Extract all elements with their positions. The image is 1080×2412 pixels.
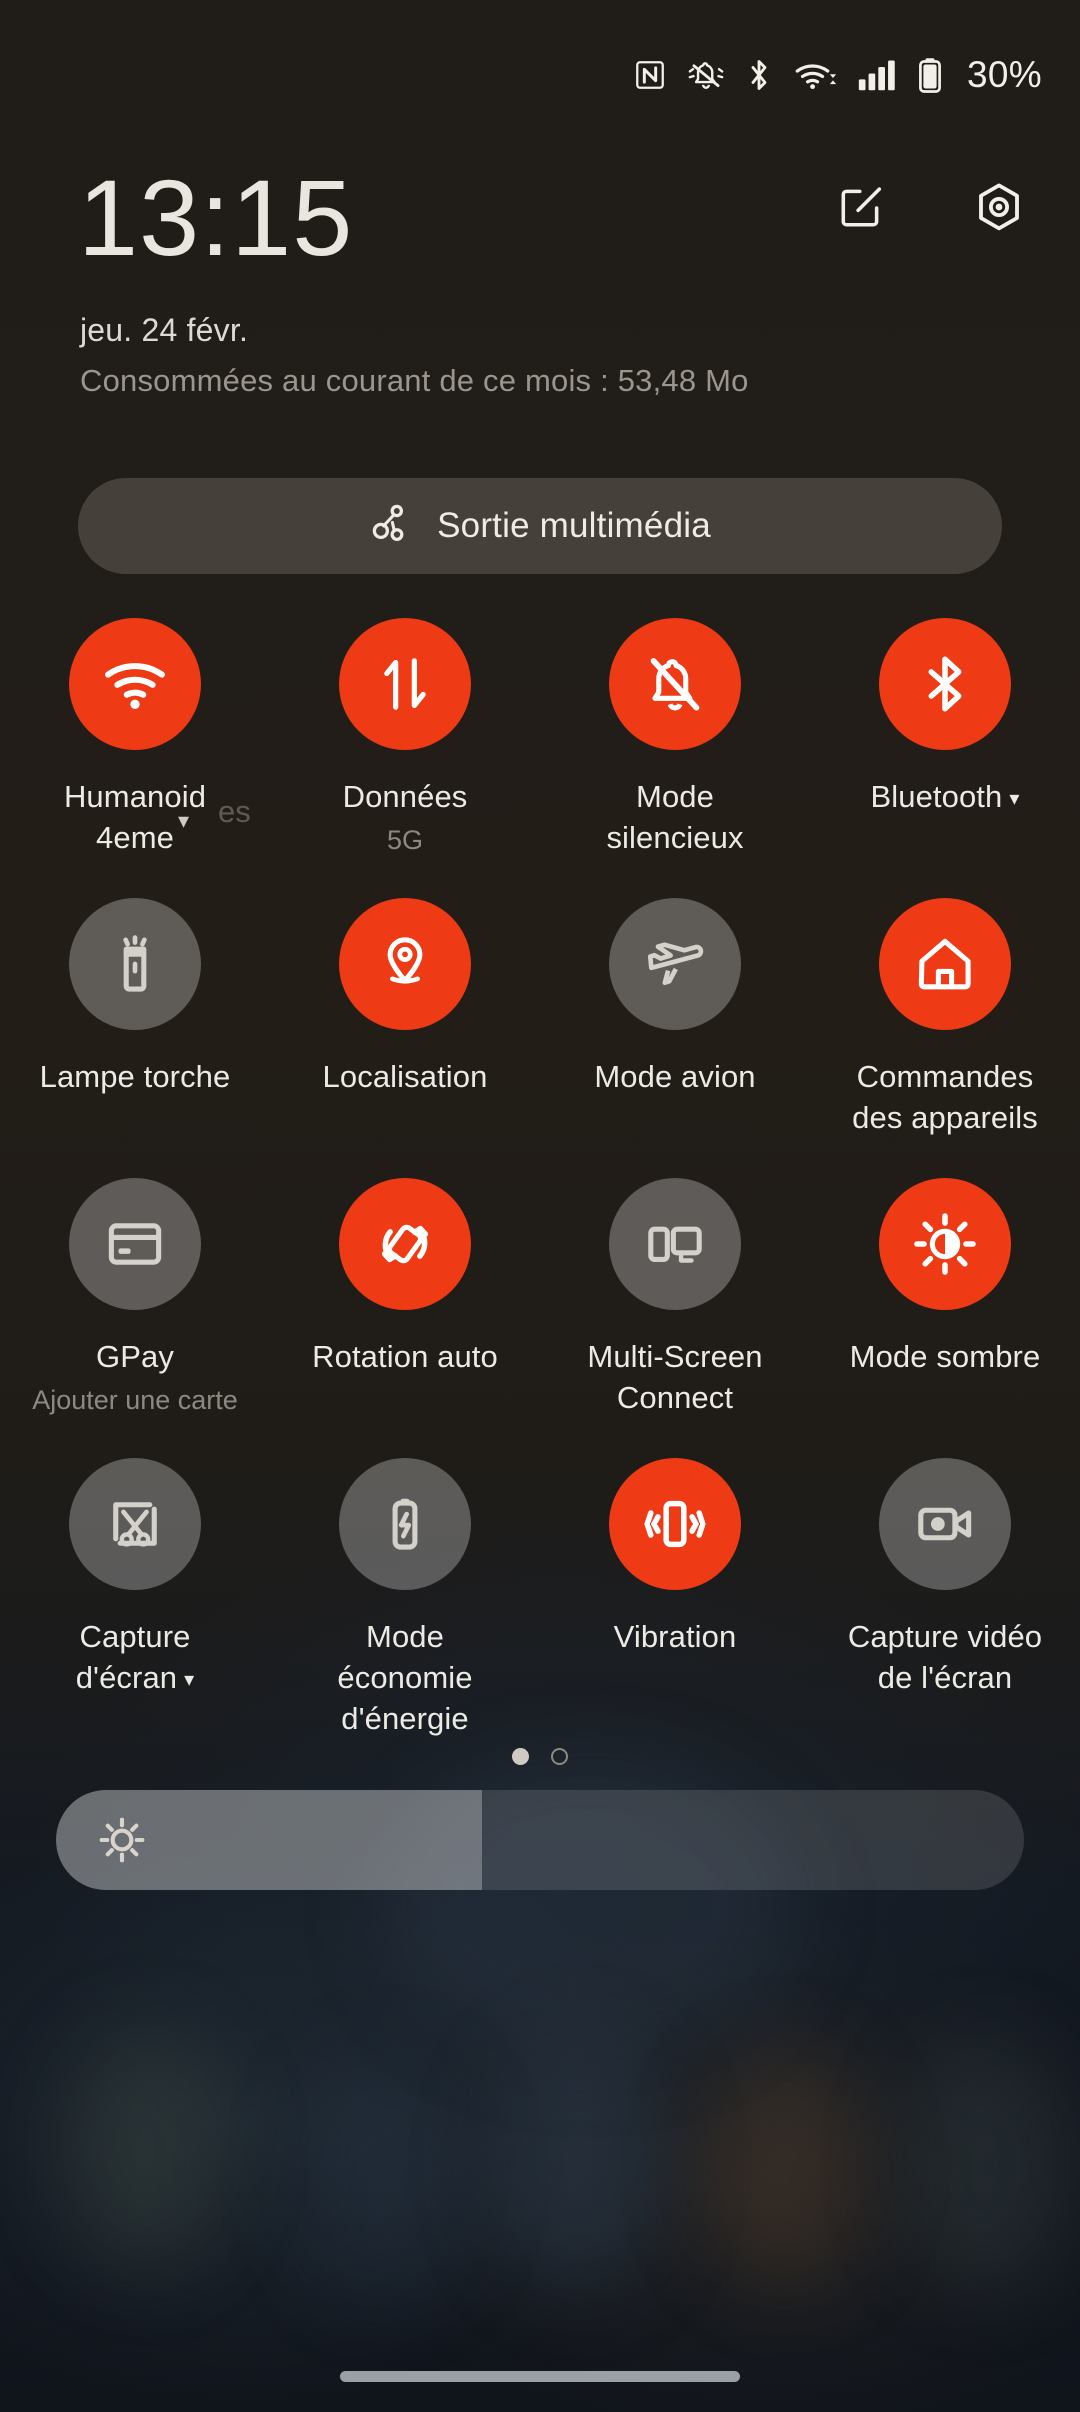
settings-hexagon-icon[interactable] (970, 178, 1028, 236)
wifi-icon[interactable] (69, 618, 201, 750)
signal-bars-icon (857, 59, 897, 91)
tile-label: Capture vidéo de l'écran (847, 1619, 1043, 1696)
credit-card-icon[interactable] (69, 1178, 201, 1310)
chevron-down-icon[interactable]: ▾ (178, 808, 189, 834)
chevron-down-icon[interactable]: ▾ (1009, 786, 1019, 813)
bell-muted-icon (687, 58, 725, 92)
tile-humanoid-4eme[interactable]: Humanoid 4eme es ▾ (0, 618, 270, 898)
media-output-label: Sortie multimédia (437, 506, 711, 545)
tile-label: Vibration (613, 1619, 737, 1654)
tile-label: Mode silencieux (606, 779, 744, 856)
tile-label: Mode sombre (849, 1339, 1041, 1374)
tile-bluetooth[interactable]: Bluetooth ▾ (810, 618, 1080, 898)
wifi-icon (793, 58, 837, 92)
auto-rotate-icon[interactable] (339, 1178, 471, 1310)
tile-label: Mode avion (594, 1059, 756, 1094)
clock: 13:15 (78, 157, 354, 278)
tile-mode-silencieux[interactable]: Mode silencieux (540, 618, 810, 898)
tile-sublabel: 5G (386, 825, 424, 856)
nfc-icon (633, 58, 667, 92)
wallpaper-blob (300, 2060, 470, 2300)
bluetooth-icon (745, 57, 773, 93)
tile-vibration[interactable]: Vibration (540, 1458, 810, 1738)
tile-label: Commandes des appareils (852, 1059, 1038, 1136)
wallpaper-blob (700, 2050, 870, 2290)
tile-gpay[interactable]: GPay Ajouter une carte (0, 1178, 270, 1458)
tile-label: Mode économie d'énergie (337, 1619, 473, 1737)
wallpaper-blob (60, 2030, 230, 2270)
tile-label: Rotation auto (312, 1339, 498, 1374)
wallpaper-blob (900, 2040, 1070, 2290)
screen-record-icon[interactable] (879, 1458, 1011, 1590)
tile-rotation-auto[interactable]: Rotation auto (270, 1178, 540, 1458)
page-indicator (0, 1748, 1080, 1765)
tile-sublabel: Ajouter une carte (32, 1385, 238, 1416)
chevron-down-icon[interactable]: ▾ (184, 1667, 194, 1694)
tile-lampe-torche[interactable]: Lampe torche (0, 898, 270, 1178)
data-usage-label: Consommées au courant de ce mois : 53,48… (80, 363, 749, 398)
tile-label: Données (342, 779, 468, 814)
tile-label: Multi-Screen Connect (587, 1339, 763, 1416)
battery-icon (917, 57, 943, 93)
multiscreen-icon[interactable] (609, 1178, 741, 1310)
flashlight-icon[interactable] (69, 898, 201, 1030)
tile-multi-screen-connect[interactable]: Multi-Screen Connect (540, 1178, 810, 1458)
quick-settings-grid: Humanoid 4eme es ▾ Données 5G Mode silencieux… (0, 618, 1080, 1738)
location-pin-icon[interactable] (339, 898, 471, 1030)
tile-label: Bluetooth ▾ (870, 779, 1020, 814)
tile-label: Lampe torche (39, 1059, 231, 1094)
battery-percent-label: 30% (967, 54, 1042, 95)
tile-donn-es[interactable]: Données 5G (270, 618, 540, 898)
tile-mode-conomie-d-nergie[interactable]: Mode économie d'énergie (270, 1458, 540, 1738)
tile-localisation[interactable]: Localisation (270, 898, 540, 1178)
battery-saver-icon[interactable] (339, 1458, 471, 1590)
navigation-bar (0, 2340, 1080, 2412)
data-arrows-icon[interactable] (339, 618, 471, 750)
tile-mode-sombre[interactable]: Mode sombre (810, 1178, 1080, 1458)
wallpaper-blob (490, 2040, 670, 2290)
panel-header: 13:15 jeu. 24 févr. Consommées au couran… (0, 157, 1080, 398)
date-label: jeu. 24 févr. (80, 312, 249, 348)
page-dot-1[interactable] (512, 1748, 529, 1765)
tile-label: GPay (96, 1339, 174, 1374)
header-actions (832, 178, 1028, 236)
tile-capture-vid-o-de-l-cran[interactable]: Capture vidéo de l'écran (810, 1458, 1080, 1738)
bell-muted-icon[interactable] (609, 618, 741, 750)
bluetooth-icon[interactable] (879, 618, 1011, 750)
tile-label: Capture d'écran ▾ (75, 1619, 195, 1696)
media-output-button[interactable]: Sortie multimédia (78, 478, 1002, 574)
home-icon[interactable] (879, 898, 1011, 1030)
tile-label: Localisation (322, 1059, 488, 1094)
tile-mode-avion[interactable]: Mode avion (540, 898, 810, 1178)
dark-mode-sun-icon[interactable] (879, 1178, 1011, 1310)
date-and-usage: jeu. 24 févr. Consommées au courant de c… (80, 312, 749, 399)
status-bar: 30% (0, 0, 1080, 150)
airplane-icon[interactable] (609, 898, 741, 1030)
tile-label-ghost: es (218, 794, 251, 829)
screenshot-scissors-icon[interactable] (69, 1458, 201, 1590)
brightness-slider[interactable] (56, 1790, 1024, 1890)
brightness-sun-icon (96, 1814, 148, 1866)
edit-pencil-icon[interactable] (832, 178, 890, 236)
page-dot-2[interactable] (551, 1748, 568, 1765)
tile-capture-d-cran[interactable]: Capture d'écran ▾ (0, 1458, 270, 1738)
tile-label: Humanoid 4eme (63, 779, 207, 856)
tile-commandes-des-appareils[interactable]: Commandes des appareils (810, 898, 1080, 1178)
vibration-icon[interactable] (609, 1458, 741, 1590)
media-cast-icon (369, 501, 415, 552)
quick-settings-panel: 30% 13:15 jeu. 24 févr. Consommées au co… (0, 0, 1080, 2412)
gesture-home-handle[interactable] (340, 2370, 740, 2382)
